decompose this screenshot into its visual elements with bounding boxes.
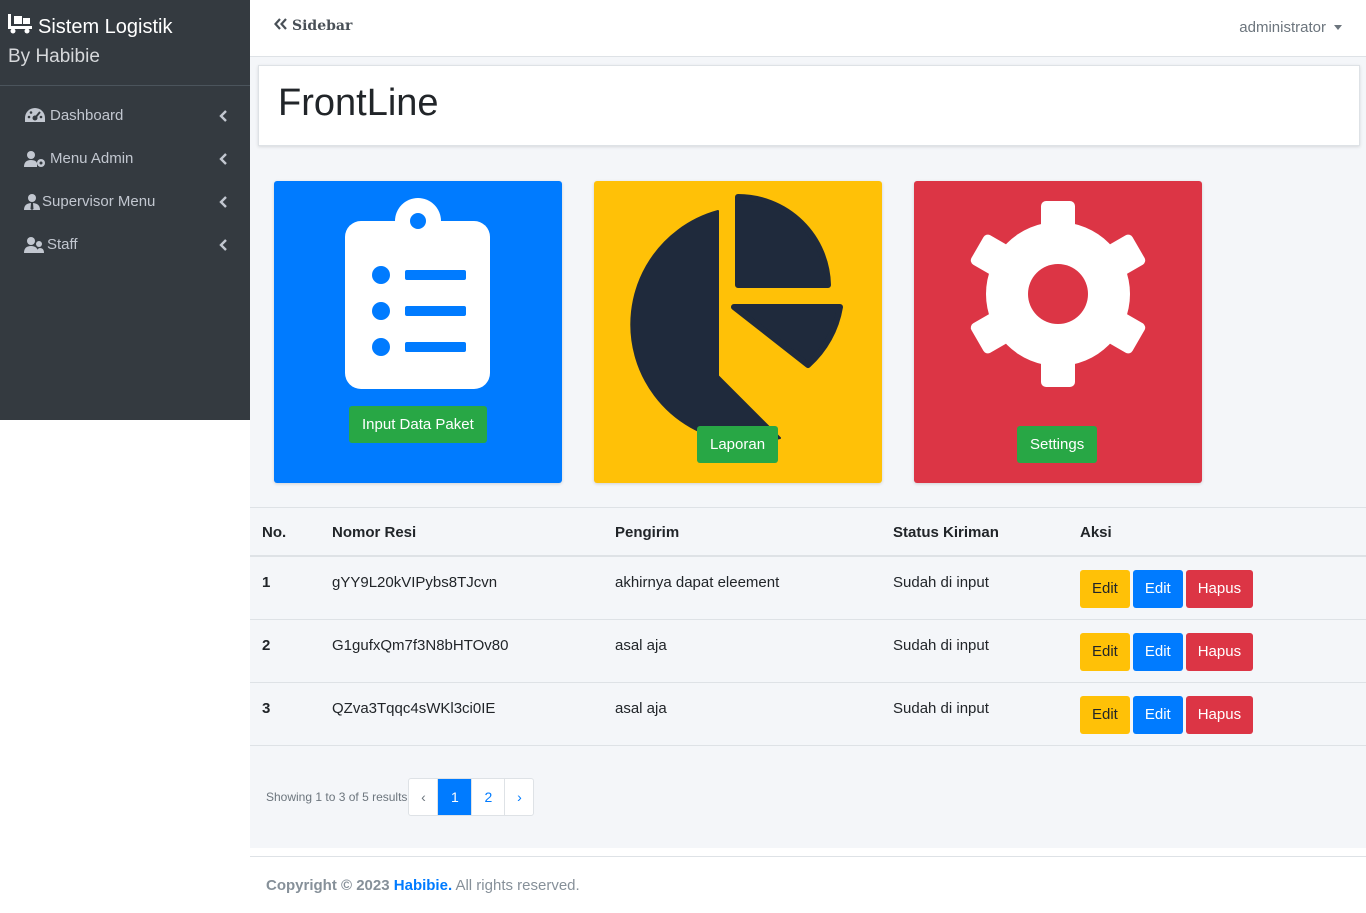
- pagination-info: Showing 1 to 3 of 5 results: [266, 790, 408, 804]
- table-row: 1 gYY9L20kVIPybs8TJcvn akhirnya dapat el…: [250, 557, 1366, 620]
- row-actions: Edit Edit Hapus: [1080, 633, 1254, 671]
- user-tie-icon: [24, 193, 42, 211]
- pengirim: asal aja: [615, 637, 667, 654]
- brand-subtitle: By Habibie: [8, 46, 100, 67]
- pengirim: akhirnya dapat eleement: [615, 574, 780, 591]
- row-number: 3: [262, 700, 271, 717]
- row-number: 1: [262, 574, 271, 591]
- table-row: 3 QZva3Tqqc4sWKl3ci0IE asal aja Sudah di…: [250, 683, 1366, 746]
- brand-title: Sistem Logistik: [38, 15, 173, 38]
- tachometer-icon: [24, 107, 50, 125]
- nomor-resi: G1gufxQm7f3N8bHTOv80: [332, 637, 509, 654]
- sidebar-item-label: Dashboard: [50, 107, 124, 124]
- status-kiriman: Sudah di input: [893, 637, 989, 654]
- edit-button[interactable]: Edit: [1080, 570, 1130, 608]
- row-actions: Edit Edit Hapus: [1080, 696, 1254, 734]
- page-2-button[interactable]: 2: [471, 779, 504, 815]
- users-icon: [24, 236, 47, 254]
- data-table: No. Nomor Resi Pengirim Status Kiriman A…: [250, 507, 1366, 746]
- nomor-resi: gYY9L20kVIPybs8TJcvn: [332, 574, 498, 591]
- sidebar-item-label: Staff: [47, 236, 78, 253]
- angle-double-left-icon: [274, 18, 292, 34]
- sidebar-toggle-label: Sidebar: [292, 18, 353, 34]
- chevron-left-icon: [218, 195, 228, 208]
- column-header: No.: [262, 524, 287, 541]
- table-header: No. Nomor Resi Pengirim Status Kiriman A…: [250, 507, 1366, 557]
- user-dropdown[interactable]: administrator: [1239, 19, 1342, 36]
- column-header: Nomor Resi: [332, 524, 417, 541]
- input-data-paket-button[interactable]: Input Data Paket: [349, 406, 487, 443]
- sidebar-toggle[interactable]: Sidebar: [274, 18, 352, 34]
- brand[interactable]: Sistem Logistik By Habibie: [0, 0, 250, 86]
- rights-text: All rights reserved.: [455, 877, 580, 894]
- delete-button[interactable]: Hapus: [1185, 633, 1254, 671]
- tile-settings: Settings: [914, 181, 1202, 483]
- page-1-button[interactable]: 1: [437, 779, 472, 815]
- chevron-left-icon: [218, 109, 228, 122]
- status-kiriman: Sudah di input: [893, 700, 989, 717]
- delete-button[interactable]: Hapus: [1185, 570, 1254, 608]
- pengirim: asal aja: [615, 700, 667, 717]
- sidebar-item-staff[interactable]: Staff: [0, 223, 250, 266]
- caret-down-icon: [1334, 25, 1342, 30]
- laporan-button[interactable]: Laporan: [697, 426, 779, 463]
- edit-button[interactable]: Edit: [1132, 696, 1183, 734]
- author-link[interactable]: Habibie.: [394, 877, 452, 894]
- next-page-button[interactable]: ›: [504, 779, 533, 815]
- edit-button[interactable]: Edit: [1080, 633, 1130, 671]
- previous-page-button[interactable]: ‹: [409, 779, 437, 815]
- nomor-resi: QZva3Tqqc4sWKl3ci0IE: [332, 700, 496, 717]
- row-actions: Edit Edit Hapus: [1080, 570, 1254, 608]
- sidebar-item-label: Supervisor Menu: [42, 193, 156, 210]
- sidebar-item-supervisor-menu[interactable]: Supervisor Menu: [0, 180, 250, 223]
- user-name: administrator: [1239, 19, 1326, 36]
- pagination-links: ‹ 1 2 ›: [408, 778, 535, 816]
- row-number: 2: [262, 637, 271, 654]
- top-navbar: Sidebar administrator: [250, 0, 1366, 57]
- tile-laporan: Laporan: [594, 181, 882, 483]
- edit-button[interactable]: Edit: [1080, 696, 1130, 734]
- chevron-left-icon: [218, 152, 228, 165]
- sidebar-item-dashboard[interactable]: Dashboard: [0, 94, 250, 137]
- page-title: FrontLine: [278, 82, 439, 124]
- edit-button[interactable]: Edit: [1132, 633, 1183, 671]
- sidebar-item-label: Menu Admin: [50, 150, 134, 167]
- table-row: 2 G1gufxQm7f3N8bHTOv80 asal aja Sudah di…: [250, 620, 1366, 683]
- chevron-left-icon: [218, 238, 228, 251]
- sidebar-nav: Dashboard Menu Admin Supervisor Menu Sta…: [0, 86, 250, 266]
- footer: Copyright © 2023 Habibie. All rights res…: [250, 856, 1366, 913]
- tile-input-data-paket: Input Data Paket: [274, 181, 562, 483]
- sidebar: Sistem Logistik By Habibie Dashboard Men…: [0, 0, 250, 420]
- copyright-text: Copyright © 2023: [266, 877, 390, 894]
- sidebar-item-menu-admin[interactable]: Menu Admin: [0, 137, 250, 180]
- page-header: FrontLine: [258, 65, 1360, 146]
- column-header: Pengirim: [615, 524, 680, 541]
- pagination: Showing 1 to 3 of 5 results ‹ 1 2 ›: [266, 778, 535, 816]
- settings-button[interactable]: Settings: [1017, 426, 1098, 463]
- main-content: FrontLine Input Data Paket Laporan Setti…: [250, 57, 1366, 848]
- status-kiriman: Sudah di input: [893, 574, 989, 591]
- column-header: Aksi: [1080, 524, 1112, 541]
- delete-button[interactable]: Hapus: [1185, 696, 1254, 734]
- edit-button[interactable]: Edit: [1132, 570, 1183, 608]
- dolly-icon: [8, 14, 38, 40]
- user-cog-icon: [24, 150, 50, 168]
- column-header: Status Kiriman: [893, 524, 999, 541]
